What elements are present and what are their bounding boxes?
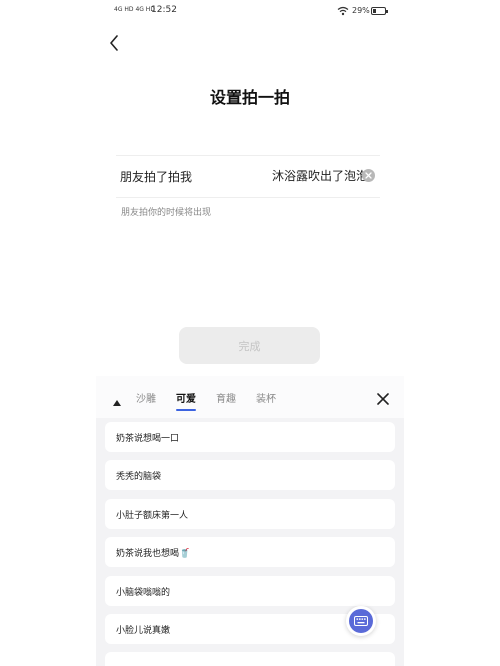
phrase-text: 奶茶说想喝一口 [116,434,180,444]
phrase-item-partial[interactable] [105,652,395,666]
tab-zhuangbei[interactable]: 装杯 [256,390,276,405]
phrase-item[interactable]: 奶茶说想喝一口 [105,422,395,452]
phrase-text: 小脸儿说真嫩 [116,626,171,636]
status-time: 12:52 [151,5,177,15]
clear-icon [365,172,372,179]
field-label: 朋友拍了拍我 [120,170,193,184]
tab-yuqu[interactable]: 育趣 [216,390,236,405]
close-sheet-button[interactable] [376,391,390,405]
sheet-header: 沙雕 可爱 育趣 装杯 [96,376,404,418]
close-icon [377,393,389,405]
collapse-button[interactable] [112,392,122,406]
chevron-left-icon [110,35,118,51]
tab-keai[interactable]: 可爱 [176,390,196,405]
wifi-icon [337,6,349,19]
triangle-up-icon [113,400,121,406]
phrase-text: 小脑袋嗡嗡的 [116,588,171,598]
phrase-item[interactable]: 小肚子额床第一人 [105,499,395,529]
phrase-text: 奶茶说我也想喝🥤 [116,549,191,559]
pat-suffix-field-row: 朋友拍了拍我 [116,156,380,196]
phone-screen: 4G HD 4G HD 12:52 29% 设置拍一拍 朋友拍了拍我 沐浴露吹出… [96,0,404,666]
divider-bottom [116,197,380,198]
done-button[interactable]: 完成 [179,327,320,364]
phrase-text: 秃秃的脑袋 [116,472,162,482]
active-tab-indicator [176,409,196,411]
signal-indicator: 4G HD 4G HD [114,7,155,13]
phrase-item[interactable]: 小脑袋嗡嗡的 [105,576,395,606]
hint-text: 朋友拍你的时候将出现 [121,208,212,218]
pat-suffix-input[interactable] [254,164,370,186]
battery-icon [371,7,388,15]
keyboard-icon [349,609,373,633]
keyboard-button[interactable] [346,606,376,636]
status-bar: 4G HD 4G HD 12:52 29% [96,0,404,24]
signal-1-label: 4G HD [114,6,134,13]
phrase-item[interactable]: 奶茶说我也想喝🥤 [105,537,395,567]
phrase-text: 小肚子额床第一人 [116,511,189,521]
back-button[interactable] [104,33,124,53]
page-title: 设置拍一拍 [209,88,290,107]
battery-percent: 29% [352,6,370,15]
phrase-item[interactable]: 秃秃的脑袋 [105,460,395,490]
clear-input-button[interactable] [362,169,375,182]
tab-shadiao[interactable]: 沙雕 [136,390,156,405]
battery-fill [373,9,377,13]
